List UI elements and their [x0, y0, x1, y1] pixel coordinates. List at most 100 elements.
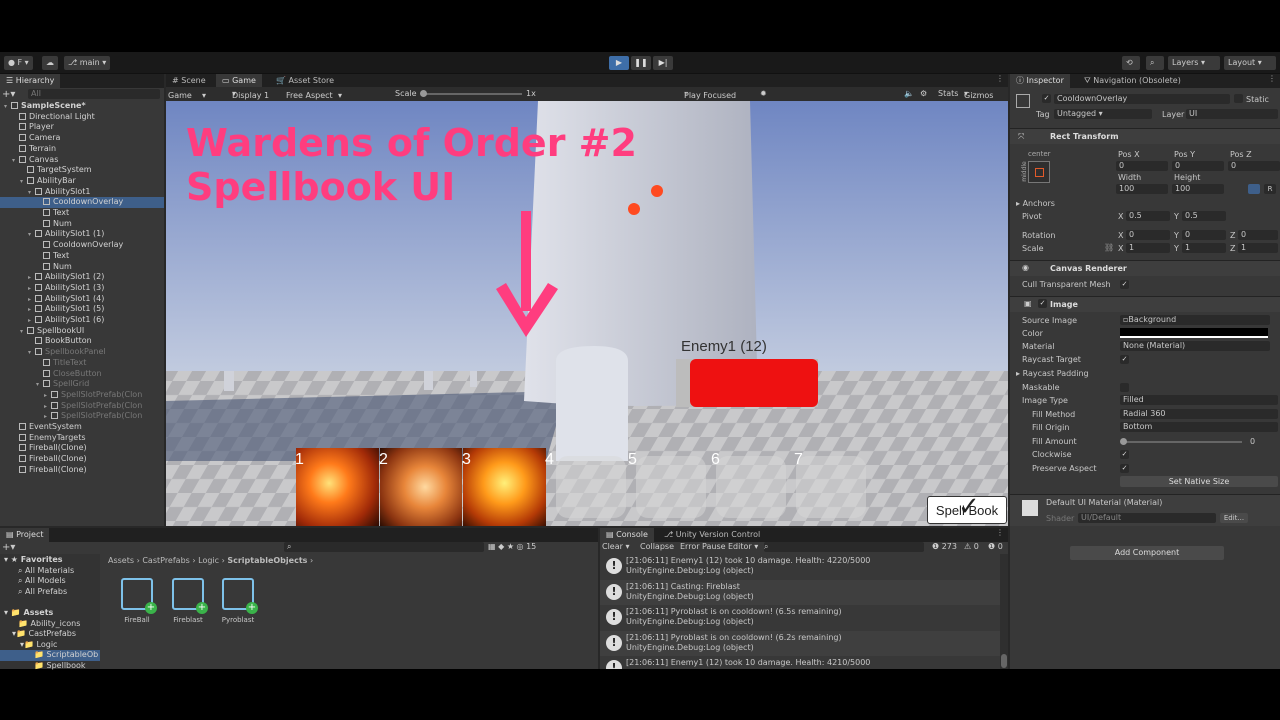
cull-mesh-checkbox[interactable]: ✓ — [1120, 280, 1129, 289]
play-focused-dropdown[interactable]: Play Focused ▾ — [684, 89, 736, 100]
display-dropdown[interactable]: Display 1 ▾ — [232, 89, 269, 100]
asset-item[interactable]: + FireBall — [112, 578, 162, 624]
raw-edit-button[interactable]: R — [1264, 184, 1276, 194]
object-name-field[interactable]: CooldownOverlay — [1054, 94, 1230, 104]
hierarchy-item[interactable]: ▾ AbilitySlot1 — [0, 187, 164, 198]
layer-dropdown[interactable]: UI — [1186, 109, 1278, 119]
tab-project[interactable]: ▤ Project — [0, 528, 50, 542]
stats-icon[interactable]: ⚙ — [920, 89, 927, 98]
scale-x-field[interactable]: 1 — [1126, 243, 1170, 253]
image-enabled-checkbox[interactable]: ✓ — [1038, 299, 1047, 308]
preserve-aspect-checkbox[interactable]: ✓ — [1120, 464, 1129, 473]
hierarchy-item[interactable]: Terrain — [0, 144, 164, 155]
hierarchy-item[interactable]: CooldownOverlay — [0, 197, 164, 208]
fav-all-models[interactable]: ⌕ All Models — [18, 576, 100, 587]
hierarchy-item[interactable]: Fireball(Clone) — [0, 465, 164, 476]
history-icon[interactable]: ⟲ — [1122, 56, 1140, 70]
collapse-toggle[interactable]: Collapse — [640, 542, 674, 551]
breadcrumb-assets[interactable]: Assets — [108, 556, 134, 565]
scale-z-field[interactable]: 1 — [1238, 243, 1278, 253]
hierarchy-item[interactable]: CloseButton — [0, 369, 164, 380]
hierarchy-item[interactable]: ▾ SpellGrid — [0, 379, 164, 390]
assets-folder[interactable]: ▾ 📁 Assets — [4, 608, 100, 619]
asset-item[interactable]: + Fireblast — [163, 578, 213, 624]
image-header[interactable]: Image — [1010, 296, 1280, 312]
gizmos-dropdown[interactable]: Gizmos ▾ — [964, 89, 993, 100]
posx-field[interactable]: 0 — [1116, 161, 1168, 171]
console-log-entry[interactable]: ! [21:06:11] Casting: Fireblast UnityEngin… — [600, 579, 1000, 605]
add-icon[interactable]: +▾ — [2, 89, 22, 100]
tab-game[interactable]: ▭ Game — [216, 74, 262, 88]
anchors-foldout[interactable]: ▸ Anchors — [1016, 199, 1055, 208]
project-search-input[interactable]: ⌕ — [284, 542, 484, 552]
stats-button[interactable]: Stats — [938, 89, 958, 98]
shader-edit-button[interactable]: Edit... — [1220, 513, 1248, 523]
material-field[interactable]: None (Material) — [1120, 341, 1270, 351]
ability-slot-pyroblast[interactable] — [463, 448, 546, 526]
maskable-checkbox[interactable] — [1120, 383, 1129, 392]
account-button[interactable]: ● F ▾ — [4, 56, 33, 70]
hierarchy-item[interactable]: ▸ AbilitySlot1 (4) — [0, 294, 164, 305]
hierarchy-item[interactable]: ▸ AbilitySlot1 (3) — [0, 283, 164, 294]
hierarchy-item[interactable]: Directional Light — [0, 112, 164, 123]
search-icon[interactable]: ⌕ — [1146, 56, 1164, 70]
console-log-entry[interactable]: ! [21:06:11] Enemy1 (12) took 10 damage. … — [600, 554, 1000, 579]
hierarchy-item[interactable]: Text — [0, 208, 164, 219]
hierarchy-item[interactable]: ▾ Canvas — [0, 155, 164, 166]
breadcrumb-scriptableobjects[interactable]: ScriptableObjects — [227, 556, 307, 565]
hierarchy-search-input[interactable]: All — [28, 89, 160, 99]
scene-root[interactable]: ▾ SampleScene* — [0, 101, 164, 112]
more-icon[interactable]: ⋮ — [1268, 74, 1276, 83]
audio-icon[interactable]: 🔈 — [904, 89, 914, 98]
pivot-x-field[interactable]: 0.5 — [1126, 211, 1170, 221]
settings-icon[interactable]: ✹ — [760, 89, 767, 98]
hierarchy-item[interactable]: Fireball(Clone) — [0, 454, 164, 465]
raycast-padding-foldout[interactable]: ▸ Raycast Padding — [1016, 369, 1089, 378]
scale-y-field[interactable]: 1 — [1182, 243, 1226, 253]
breadcrumb-logic[interactable]: Logic — [198, 556, 219, 565]
hierarchy-item[interactable]: TargetSystem — [0, 165, 164, 176]
favorites-folder[interactable]: ▾ ★ Favorites — [4, 555, 100, 566]
rotation-x-field[interactable]: 0 — [1126, 230, 1170, 240]
more-icon[interactable]: ⋮ — [996, 74, 1004, 83]
tab-navigation[interactable]: ⛛ Navigation (Obsolete) — [1078, 74, 1187, 88]
tab-inspector[interactable]: ⓘ Inspector — [1010, 74, 1070, 88]
tab-hierarchy[interactable]: ☰ Hierarchy — [0, 74, 61, 88]
anchor-preset-button[interactable] — [1028, 161, 1050, 183]
hierarchy-item[interactable]: EnemyTargets — [0, 433, 164, 444]
cloud-icon[interactable]: ☁ — [42, 56, 58, 70]
folder-spellbook[interactable]: 📁 Spellbook — [34, 661, 100, 672]
hierarchy-item[interactable]: Fireball(Clone) — [0, 443, 164, 454]
step-button[interactable]: ▶| — [653, 56, 673, 70]
hierarchy-item[interactable]: Num — [0, 262, 164, 273]
console-scrollbar[interactable] — [1000, 554, 1008, 669]
play-button[interactable]: ▶ — [609, 56, 629, 70]
posy-field[interactable]: 0 — [1172, 161, 1224, 171]
tab-version-control[interactable]: ⎇ Unity Version Control — [658, 528, 766, 542]
error-pause-toggle[interactable]: Error Pause — [680, 542, 726, 551]
hierarchy-item[interactable]: EventSystem — [0, 422, 164, 433]
ability-slot-fireball[interactable] — [296, 448, 379, 526]
height-field[interactable]: 100 — [1172, 184, 1224, 194]
hierarchy-item[interactable]: ▸ AbilitySlot1 (2) — [0, 272, 164, 283]
hierarchy-item[interactable]: ▸ SpellSlotPrefab(Clon — [0, 411, 164, 422]
fill-amount-handle[interactable] — [1120, 438, 1127, 445]
hierarchy-item[interactable]: Camera — [0, 133, 164, 144]
asset-item[interactable]: + Pyroblast — [213, 578, 263, 624]
pivot-y-field[interactable]: 0.5 — [1182, 211, 1226, 221]
tab-console[interactable]: ▤ Console — [600, 528, 654, 542]
hierarchy-item[interactable]: ▾ AbilitySlot1 (1) — [0, 229, 164, 240]
console-search-input[interactable]: ⌕ — [764, 542, 924, 552]
hierarchy-item[interactable]: ▾ AbilityBar — [0, 176, 164, 187]
hierarchy-item[interactable]: Text — [0, 251, 164, 262]
filter-type-icon[interactable]: ▦ — [488, 542, 496, 551]
star-icon[interactable]: ★ — [507, 542, 514, 551]
pause-button[interactable]: ❚❚ — [631, 56, 651, 70]
hierarchy-item[interactable]: ▸ SpellSlotPrefab(Clon — [0, 401, 164, 412]
info-count[interactable]: ❶ 273 — [932, 542, 957, 551]
clockwise-checkbox[interactable]: ✓ — [1120, 450, 1129, 459]
warning-count[interactable]: ⚠ 0 — [964, 542, 979, 551]
console-log-entry[interactable]: ! [21:06:11] Enemy1 (12) took 10 damage. … — [600, 656, 1000, 669]
console-log-entry[interactable]: ! [21:06:11] Pyroblast is on cooldown! (6… — [600, 605, 1000, 630]
hierarchy-item[interactable]: BookButton — [0, 336, 164, 347]
